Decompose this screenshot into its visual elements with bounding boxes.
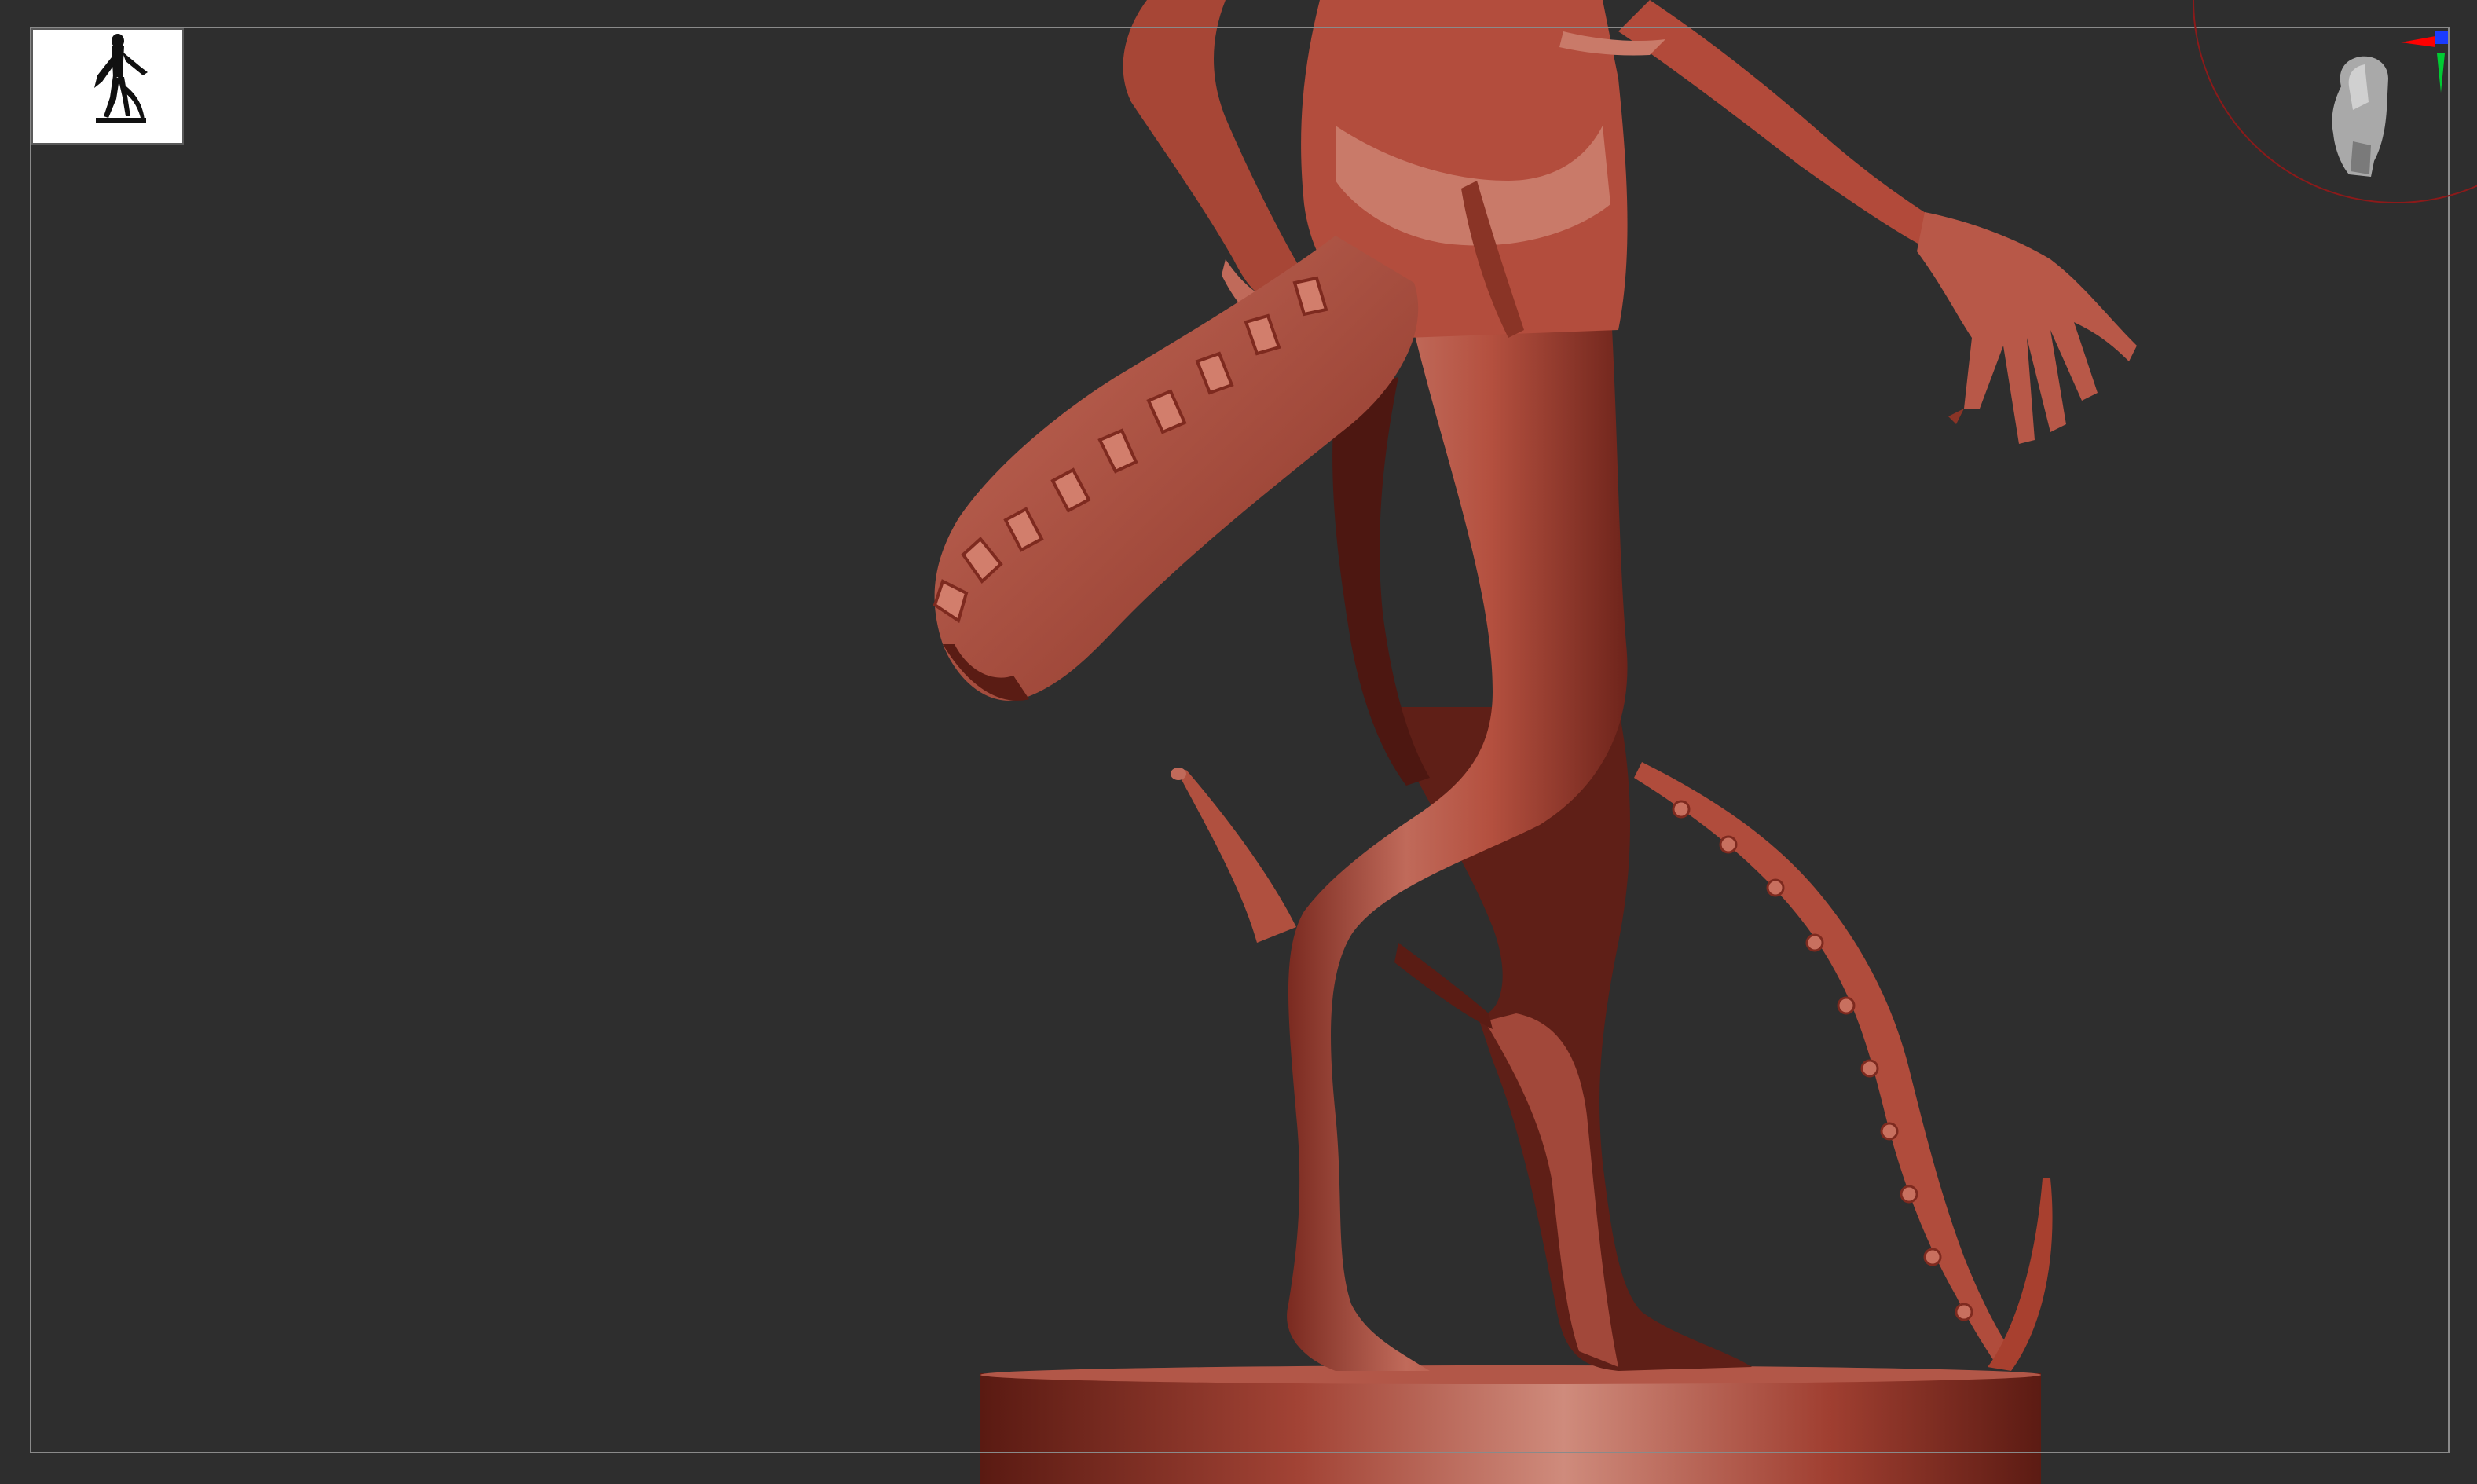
right-hand [1917, 212, 2137, 444]
y-axis-arrow [2437, 53, 2445, 93]
axis-triad [2401, 31, 2448, 93]
model-thumbnail[interactable] [31, 28, 184, 145]
3d-viewport[interactable] [0, 0, 2477, 1484]
head-orientation-icon[interactable] [2332, 56, 2388, 177]
model-silhouette-icon [94, 34, 148, 123]
z-axis-marker [2435, 31, 2448, 44]
navigation-gizmo[interactable] [2192, 0, 2477, 212]
x-axis-arrow [2401, 36, 2435, 47]
left-arm [1123, 0, 1304, 322]
curling-tail [1634, 762, 2053, 1371]
model-canvas[interactable] [0, 0, 2477, 1484]
pedestal-base [980, 1365, 2041, 1484]
